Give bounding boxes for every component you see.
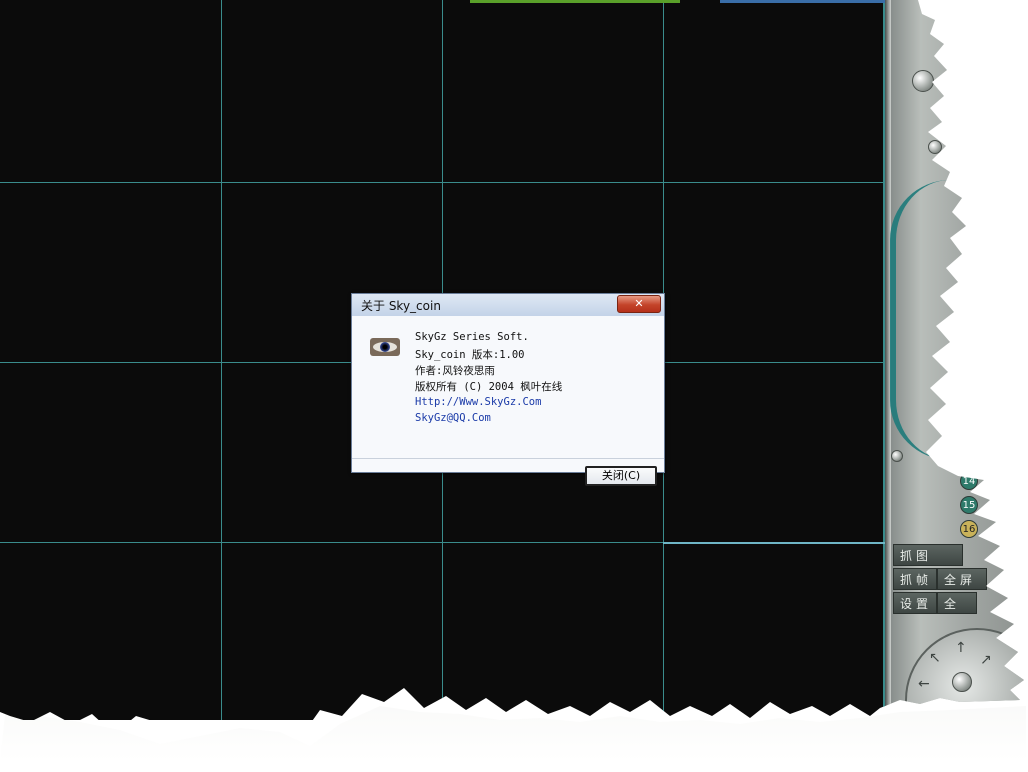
all-button[interactable]: 全 — [937, 592, 977, 614]
copyright-text: 版权所有 (C) 2004 枫叶在线 — [415, 381, 563, 393]
channel-16-button[interactable]: 16 — [960, 520, 978, 538]
small-knob-icon[interactable] — [928, 140, 942, 154]
arrow-up-right-icon[interactable]: ↗ — [980, 652, 992, 668]
website-link[interactable]: Http://Www.SkyGz.Com — [415, 396, 541, 408]
smile-knob-icon[interactable] — [912, 70, 934, 92]
dialog-title: 关于 Sky_coin — [361, 299, 441, 313]
capture-frame-button[interactable]: 抓帧 — [893, 568, 937, 590]
about-dialog: 关于 Sky_coin ✕ SkyGz Series Soft. Sky_coi… — [351, 293, 665, 486]
top-strip — [470, 0, 680, 3]
arrow-left-icon[interactable]: ← — [918, 676, 930, 692]
slider-handle[interactable] — [891, 450, 903, 462]
channel-15-button[interactable]: 15 — [960, 496, 978, 514]
selected-cell-border — [663, 542, 885, 544]
dialog-body: SkyGz Series Soft. Sky_coin 版本:1.00 作者:风… — [352, 316, 664, 486]
volume-arc[interactable] — [890, 180, 956, 460]
channel-14-button[interactable]: 14 — [960, 472, 978, 490]
fullscreen-button[interactable]: 全屏 — [937, 568, 987, 590]
author-text: 作者:风铃夜思雨 — [415, 365, 495, 377]
email-link[interactable]: SkyGz@QQ.Com — [415, 412, 491, 424]
version-text: Sky_coin 版本:1.00 — [415, 349, 525, 361]
close-button[interactable]: 关闭(C) — [585, 466, 657, 486]
close-icon[interactable]: ✕ — [617, 295, 661, 313]
separator — [352, 458, 664, 459]
capture-image-button[interactable]: 抓图 — [893, 544, 963, 566]
arrow-up-left-icon[interactable]: ↖ — [929, 650, 941, 666]
ptz-center-knob[interactable] — [952, 672, 972, 692]
company-text: SkyGz Series Soft. — [415, 331, 529, 343]
arrow-up-icon[interactable]: ↑ — [955, 640, 967, 656]
eye-icon — [370, 338, 400, 356]
dialog-titlebar[interactable]: 关于 Sky_coin ✕ — [352, 294, 664, 317]
settings-button[interactable]: 设置 — [893, 592, 937, 614]
grid-line — [221, 0, 222, 720]
top-strip — [720, 0, 885, 3]
grid-line — [0, 182, 885, 183]
